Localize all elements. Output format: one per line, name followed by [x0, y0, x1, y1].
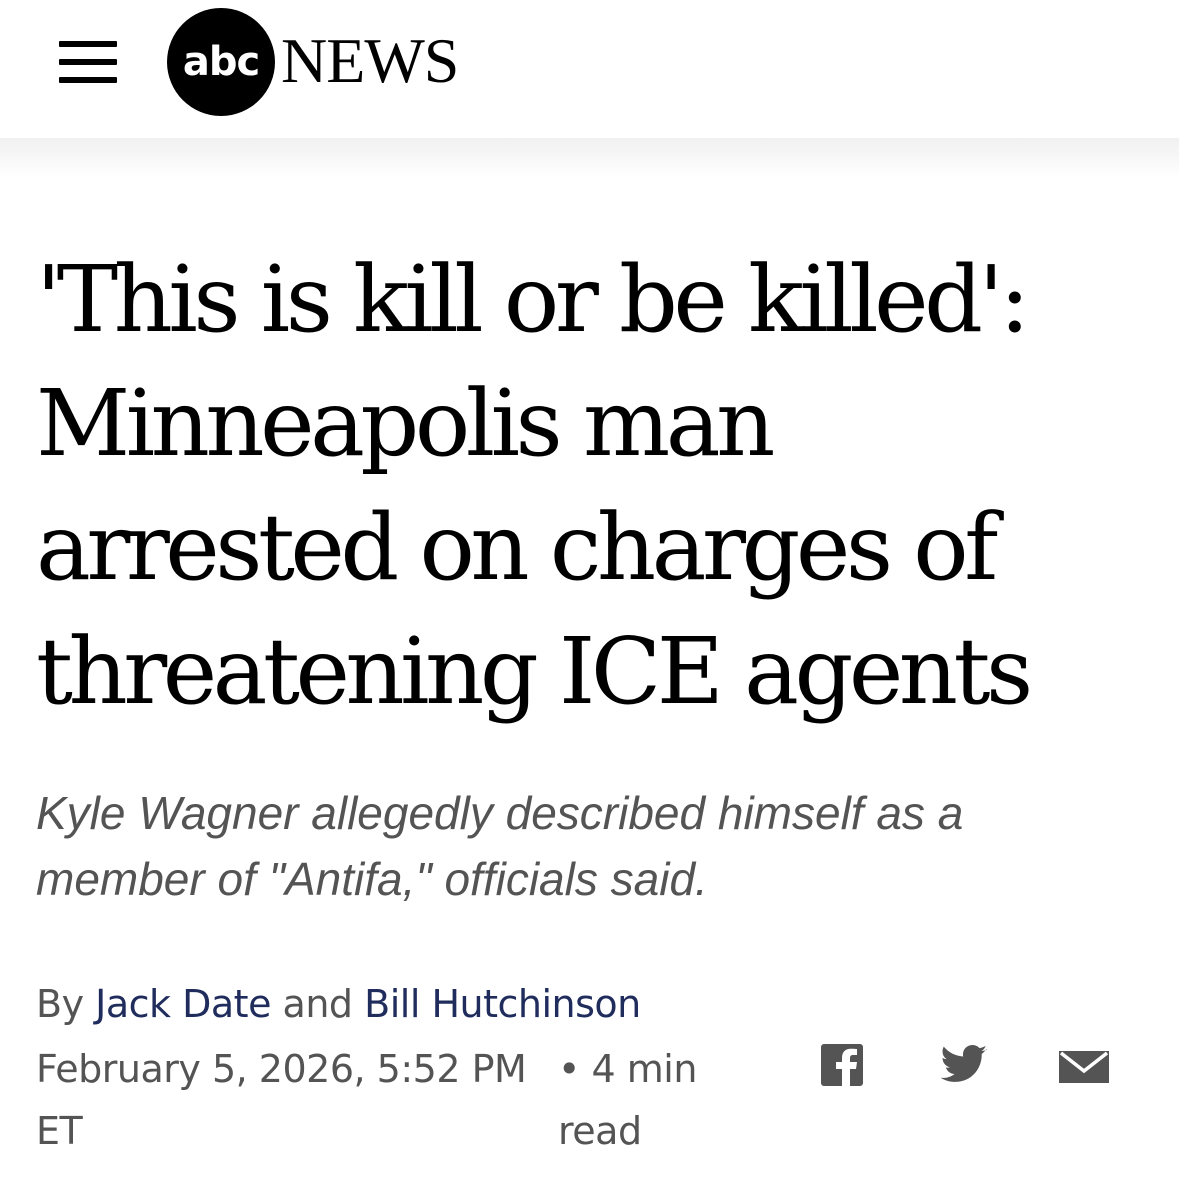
headline-line: arrested on charges of [36, 494, 998, 601]
read-time-line: read [558, 1109, 642, 1153]
hamburger-line [59, 59, 117, 65]
byline: By Jack Date and Bill Hutchinson [36, 980, 641, 1028]
author-link-jack-date[interactable]: Jack Date [95, 982, 271, 1026]
byline-and: and [282, 982, 354, 1026]
svg-text:abc: abc [183, 39, 259, 85]
hamburger-line [59, 77, 117, 83]
byline-by: By [36, 982, 84, 1026]
site-header: abc NEWS [0, 0, 1179, 140]
article-headline: 'This is kill or be killed': Minneapolis… [36, 238, 1146, 734]
read-time: • 4 min read [558, 1038, 758, 1162]
date-line: February 5, 2026, 5:52 PM [36, 1047, 527, 1091]
logo-abc-mark: abc [183, 39, 260, 85]
logo-news-text: NEWS [281, 25, 459, 96]
twitter-icon[interactable] [936, 1040, 992, 1090]
headline-line: Minneapolis man [36, 370, 775, 477]
header-shadow [0, 138, 1179, 178]
dek-line: member of "Antifa," officials said. [36, 853, 708, 905]
facebook-icon[interactable] [820, 1040, 866, 1090]
publish-date: February 5, 2026, 5:52 PM ET [36, 1038, 556, 1162]
headline-line: 'This is kill or be killed': [36, 246, 1030, 353]
date-line: ET [36, 1109, 83, 1153]
read-time-line: • 4 min [558, 1047, 697, 1091]
dek-line: Kyle Wagner allegedly described himself … [36, 787, 964, 839]
article-dek: Kyle Wagner allegedly described himself … [36, 780, 1136, 912]
menu-button[interactable] [56, 38, 122, 88]
email-icon[interactable] [1058, 1040, 1110, 1090]
headline-line: threatening ICE agents [36, 618, 1033, 725]
author-link-bill-hutchinson[interactable]: Bill Hutchinson [364, 982, 641, 1026]
hamburger-line [59, 41, 117, 47]
abc-news-logo[interactable]: abc NEWS [167, 8, 497, 118]
